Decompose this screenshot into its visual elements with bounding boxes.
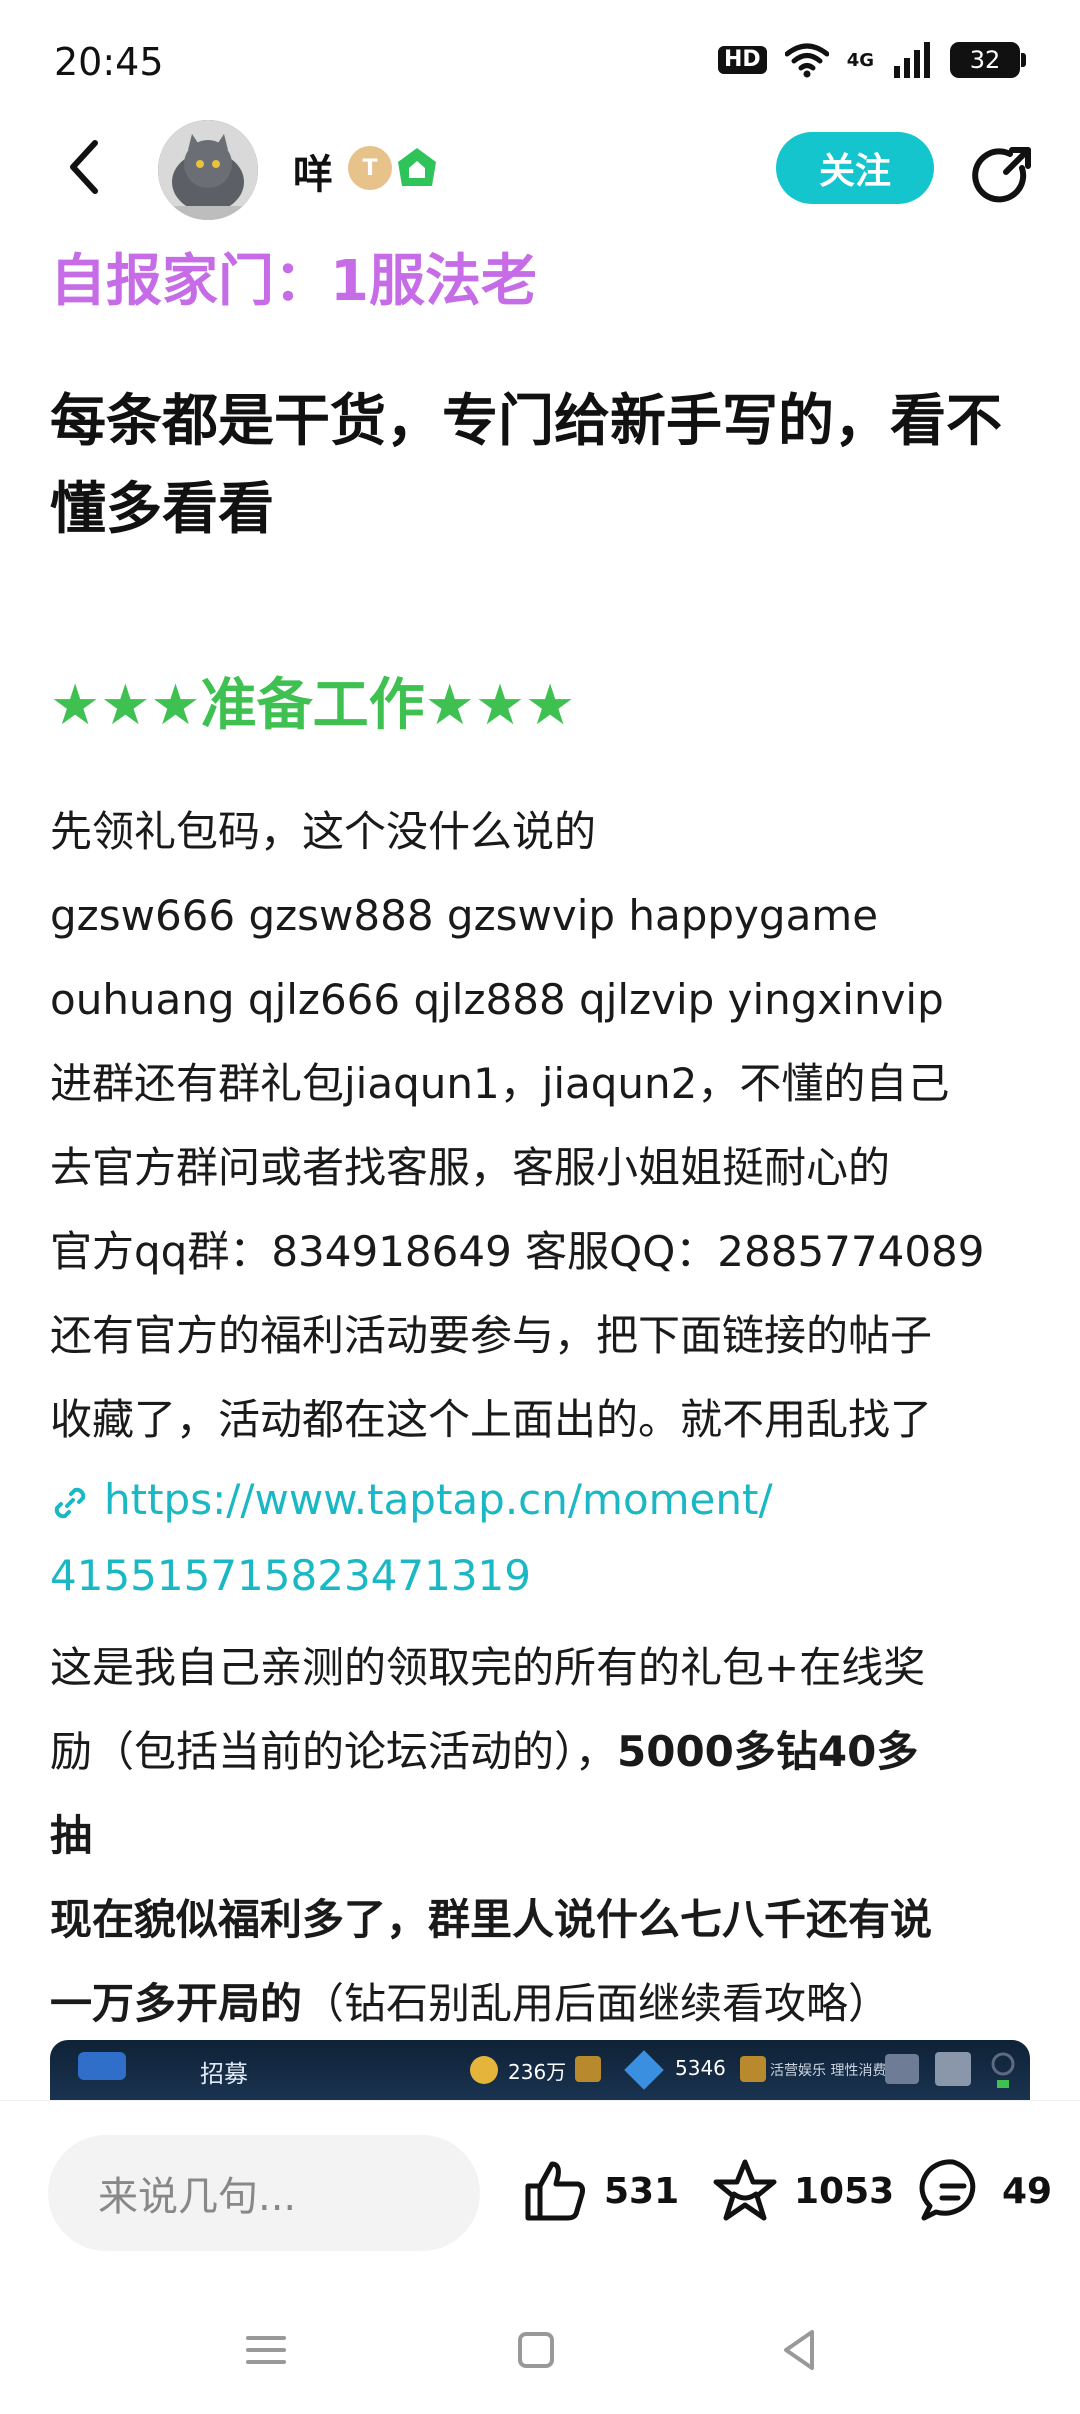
status-icons: HD 4G 32 [718,42,1026,78]
share-button[interactable] [966,140,1038,212]
body-line: 收藏了，活动都在这个上面出的。就不用乱找了 [50,1395,933,1444]
body-line: 现在貌似福利多了，群里人说什么七八千还有说 [50,1895,933,1944]
diamond-icon [624,2050,664,2090]
body-line: 一万多开局的（钻石别乱用后面继续看攻略） [50,1962,1030,2046]
body-line: 官方qq群：834918649 客服QQ：2885774089 [50,1227,985,1276]
wifi-icon [784,43,829,78]
chevron-left-icon [70,140,98,194]
post-image[interactable]: 招募 236万 5346 活营娱乐 理性消费 [50,2040,1030,2100]
plus-icon [575,2056,601,2082]
home-square-icon[interactable] [506,2320,566,2380]
back-button[interactable] [50,132,120,202]
level-badge: T [348,146,392,190]
post-link[interactable]: https://www.taptap.cn/moment/ 4155157158… [50,1462,1030,1614]
comment-input[interactable]: 来说几句... [48,2135,480,2251]
favorite-button[interactable]: 1053 [710,2151,894,2231]
star-icon [713,2159,777,2221]
signal-icon [894,42,930,78]
battery-icon: 32 [950,42,1026,78]
follow-button[interactable]: 关注 [776,132,934,204]
body-line: 进群还有群礼包jiaqun1，jiaqun2，不懂的自己 [50,1059,950,1108]
network-type-icon: 4G [846,49,874,71]
status-bar: 20:45 HD 4G 32 [0,0,1080,120]
favorite-count: 1053 [794,2170,895,2212]
link-icon [54,1487,86,1518]
comment-button[interactable]: 49 [918,2151,1052,2231]
body-text-normal: 励（包括当前的论坛活动的）， [50,1727,618,1776]
post-body: 先领礼包码，这个没什么说的 gzsw666 gzsw888 gzswvip ha… [50,790,1030,1462]
game-tab-title: 招募 [200,2060,248,2088]
body-line: 还有官方的福利活动要参与，把下面链接的帖子 [50,1311,933,1360]
post-detail-page: 20:45 HD 4G 32 咩 T 关注 自报家门：1服法老 每条都是干货，专… [0,0,1080,2414]
game-back-icon [78,2052,126,2080]
body-line: 先领礼包码，这个没什么说的 [50,807,597,856]
post-header: 咩 T 关注 [0,110,1080,230]
shop-icon [935,2052,971,2086]
game-signal-icon [991,2052,1015,2088]
comment-count: 49 [1002,2170,1053,2212]
share-icon [972,147,1031,203]
menu-icon[interactable] [236,2320,296,2380]
body-line: 抽 [50,1811,93,1860]
body-line: gzsw666 gzsw888 gzswvip happygame [50,891,879,940]
gold-coin-icon [470,2056,498,2084]
body-line: 去官方群问或者找客服，客服小姐姐挺耐心的 [50,1143,891,1192]
section-heading: ★★★准备工作★★★ [50,673,576,738]
username[interactable]: 咩 [293,142,333,200]
diamond-value: 5346 [675,2056,726,2080]
chat-icon [885,2054,919,2084]
body-line: 励（包括当前的论坛活动的），5000多钻40多 [50,1710,1030,1794]
like-button[interactable]: 531 [520,2151,679,2231]
comment-bubble-icon [919,2159,976,2221]
cat-avatar-image [158,120,258,220]
hd-icon: HD [718,46,767,74]
bottom-action-bar: 来说几句... 531 1053 49 [0,2100,1080,2280]
post-body-continued: 这是我自己亲测的领取完的所有的礼包+在线奖 励（包括当前的论坛活动的），5000… [50,1626,1030,2046]
plus-icon [740,2056,766,2082]
thumbs-up-icon [525,2161,585,2221]
game-top-bar: 招募 236万 5346 活营娱乐 理性消费 [50,2040,1030,2100]
game-notice-text: 活营娱乐 理性消费 [770,2063,887,2079]
link-text[interactable]: 415515715823471319 [50,1538,1030,1614]
back-triangle-icon[interactable] [770,2320,830,2380]
body-text-normal: （钻石别乱用后面继续看攻略） [302,1979,891,2028]
link-text[interactable]: https://www.taptap.cn/moment/ [104,1475,773,1524]
verified-house-icon [398,148,436,186]
body-text-bold: 一万多开局的 [50,1979,303,2028]
body-line: ouhuang qjlz666 qjlz888 qjlzvip yingxinv… [50,975,944,1024]
body-line: 这是我自己亲测的领取完的所有的礼包+在线奖 [50,1643,926,1692]
gold-value: 236万 [508,2060,567,2084]
post-title: 每条都是干货，专门给新手写的，看不懂多看看 [50,389,1002,542]
intro-line: 自报家门：1服法老 [50,249,537,314]
body-text-bold: 5000多钻40多 [617,1727,919,1776]
status-time: 20:45 [54,40,164,84]
avatar[interactable] [158,120,258,220]
like-count: 531 [604,2170,680,2212]
system-nav-bar [0,2280,1080,2414]
